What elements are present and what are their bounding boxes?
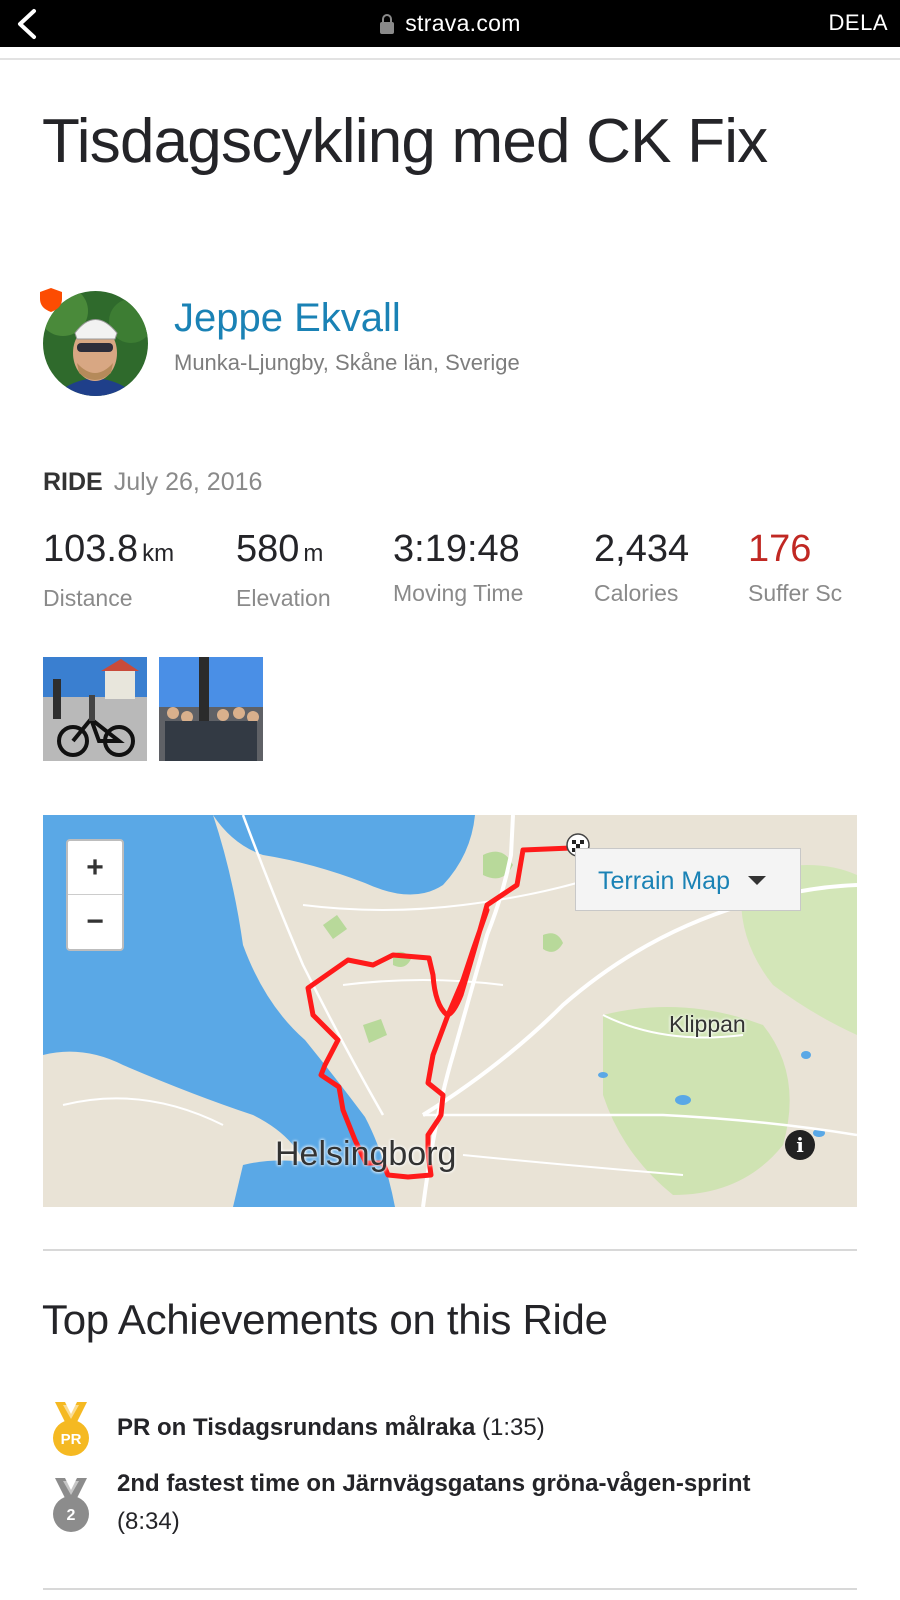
address-bar[interactable]: strava.com <box>0 10 900 37</box>
stat-value: 103.8 <box>43 528 139 570</box>
divider <box>0 58 900 60</box>
activity-photo[interactable] <box>43 657 147 761</box>
activity-date: July 26, 2016 <box>113 468 263 496</box>
athlete-avatar[interactable] <box>40 288 148 396</box>
map-type-label: Terrain Map <box>598 867 730 895</box>
activity-type-date: RIDE July 26, 2016 <box>43 468 262 497</box>
lock-icon <box>380 14 395 34</box>
pr-medal-icon: PR <box>53 1402 89 1456</box>
map-type-dropdown[interactable]: Terrain Map <box>575 848 801 911</box>
caret-down-icon <box>748 876 766 885</box>
athlete-location: Munka-Ljungby, Skåne län, Sverige <box>174 350 520 375</box>
medal-text: PR <box>61 1431 82 1448</box>
stat-label: Elevation <box>236 585 331 611</box>
route-map[interactable]: + − Terrain Map Klippan Helsingborg i <box>43 815 857 1207</box>
stat-elevation: 580 m Elevation <box>236 528 331 612</box>
stat-moving-time: 3:19:48 Moving Time <box>393 528 523 607</box>
achievement-time: (8:34) <box>117 1508 180 1535</box>
achievement-text[interactable]: PR on Tisdagsrundans målraka <box>117 1414 475 1441</box>
activity-type: RIDE <box>43 468 103 496</box>
divider <box>43 1249 857 1251</box>
stat-value: 2,434 <box>594 528 690 570</box>
stat-suffer-score[interactable]: 176 Suffer Sc <box>748 528 842 607</box>
achievement-time: (1:35) <box>482 1414 545 1441</box>
share-button[interactable]: DELA <box>829 10 888 36</box>
medal-text: 2 <box>67 1507 76 1524</box>
url-text: strava.com <box>405 10 521 36</box>
stat-label: Suffer Sc <box>748 580 843 606</box>
athlete-name-link[interactable]: Jeppe Ekvall <box>174 296 401 341</box>
stat-calories: 2,434 Calories <box>594 528 689 607</box>
achievement-item[interactable]: PR on Tisdagsrundans målraka (1:35) <box>117 1409 847 1447</box>
achievement-item[interactable]: 2nd fastest time on Järnvägsgatans gröna… <box>117 1465 847 1541</box>
zoom-in-button[interactable]: + <box>68 841 122 895</box>
achievement-text[interactable]: 2nd fastest time on Järnvägsgatans gröna… <box>117 1470 750 1497</box>
silver-medal-icon: 2 <box>53 1478 89 1532</box>
activity-photo[interactable] <box>159 657 263 761</box>
stat-value: 176 <box>748 528 812 570</box>
achievements-heading: Top Achievements on this Ride <box>42 1296 608 1343</box>
stat-value: 580 <box>236 528 300 570</box>
browser-bar: strava.com DELA <box>0 0 900 47</box>
zoom-control: + − <box>66 839 124 951</box>
map-label-helsingborg: Helsingborg <box>275 1135 457 1173</box>
zoom-out-button[interactable]: − <box>68 895 122 949</box>
stat-label: Calories <box>594 580 679 606</box>
map-label-klippan: Klippan <box>669 1011 746 1037</box>
stat-distance: 103.8 km Distance <box>43 528 174 612</box>
stat-value: 3:19:48 <box>393 528 520 570</box>
stat-unit: m <box>303 540 324 567</box>
stat-unit: km <box>142 540 175 567</box>
activity-title: Tisdagscykling med CK Fix <box>42 107 768 176</box>
divider <box>43 1588 857 1590</box>
subscriber-shield-icon <box>40 288 62 312</box>
info-icon[interactable]: i <box>785 1130 815 1160</box>
stat-label: Distance <box>43 585 133 611</box>
stat-label: Moving Time <box>393 580 524 606</box>
